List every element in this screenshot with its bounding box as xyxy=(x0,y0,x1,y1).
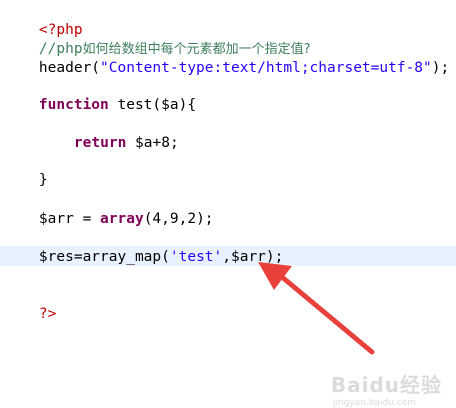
arrow-icon xyxy=(258,262,375,355)
watermark-logo: Baidu经验 xyxy=(330,373,442,397)
watermark-url: jingyan.baidu.com xyxy=(332,398,416,408)
code-editor[interactable]: <?php //php如何给数组中每个元素都加一个指定值? header("Co… xyxy=(0,0,456,408)
annotation-arrow xyxy=(258,262,375,355)
